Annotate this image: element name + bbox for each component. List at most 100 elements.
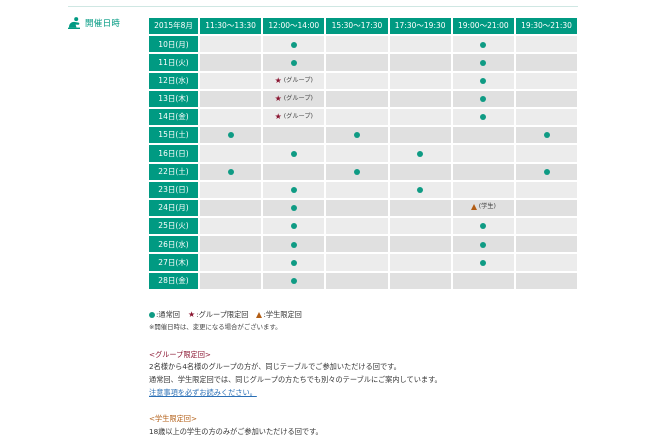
slot-cell: (学生) [452,199,514,217]
schedule-change-note: ※開催日時は、変更になる場合がございます。 [149,323,282,331]
slot-cell [389,145,451,162]
slot-cell [200,54,262,71]
slot-cell [389,54,451,71]
regular-session-icon [480,77,487,84]
slot-cell [389,127,451,144]
slot-cell [515,36,578,53]
schedule-row: 10日(月) [149,36,578,53]
slot-cell [515,54,578,71]
student-session-label: (学生) [478,203,496,211]
group-session-star-icon: ★ [274,93,282,103]
slot-cell [200,199,262,217]
group-session-star-icon: ★ [188,310,196,319]
slot-cell [263,254,325,271]
date-cell: 15日(土) [149,127,198,144]
slot-cell [200,90,262,107]
group-session-mark: ★ (グループ) [275,113,313,121]
regular-session-icon [290,187,297,194]
slot-cell: ★ (グループ) [263,72,325,89]
date-cell: 22日(土) [149,163,198,180]
slot-cell [452,254,514,271]
slot-cell [452,272,514,289]
slot-cell [515,145,578,162]
slot-cell [326,254,388,271]
slot-cell [515,236,578,253]
schedule-row: 23日(日) [149,181,578,198]
slot-cell [452,90,514,107]
regular-session-icon [149,312,155,318]
regular-session-icon [480,59,487,66]
regular-session-icon [353,132,360,139]
slot-cell [200,254,262,271]
slot-cell [389,218,451,235]
legend-student: :学生限定回 [256,310,302,320]
slot-cell [263,127,325,144]
group-session-star-icon: ★ [274,112,282,122]
group-session-mark: ★ (グループ) [275,76,313,85]
legend-group-label: :グループ限定回 [196,310,249,319]
regular-session-icon [290,59,297,66]
slot-cell [326,163,388,180]
slot-cell [452,218,514,235]
slot-cell [452,163,514,180]
slot-cell [515,127,578,144]
group-info-line: 2名様から4名様のグループの方が、同じテーブルでご参加いただける回です。 [149,362,401,371]
slot-cell [452,108,514,126]
slot-cell [326,127,388,144]
slot-cell [389,181,451,198]
slot-cell [263,36,325,53]
notes-link[interactable]: 注意事項を必ずお読みください。 [149,389,257,396]
slot-cell [200,236,262,253]
section-title: 開催日時 [85,19,121,29]
slot-cell [263,181,325,198]
regular-session-icon [480,241,487,248]
group-info-heading: <グループ限定回> [149,350,211,359]
slot-cell [389,254,451,271]
slot-cell [263,218,325,235]
slot-cell [515,108,578,126]
regular-session-icon [227,168,234,175]
seat-person-icon [68,17,80,29]
regular-session-icon [480,259,487,266]
date-cell: 23日(日) [149,181,198,198]
date-cell: 14日(金) [149,108,198,126]
slot-cell [452,236,514,253]
regular-session-icon [290,241,297,248]
student-info-heading: <学生限定回> [149,414,197,423]
slot-cell [389,236,451,253]
date-cell: 13日(木) [149,90,198,107]
slot-cell [200,145,262,162]
slot-cell [326,181,388,198]
slot-cell [326,236,388,253]
regular-session-icon [290,277,297,284]
regular-session-icon [543,168,550,175]
slot-cell [326,218,388,235]
slot-cell [200,218,262,235]
slot-cell [452,181,514,198]
slot-cell [326,90,388,107]
slot-cell [200,72,262,89]
legend-group: ★ :グループ限定回 [188,310,248,320]
section-heading: 開催日時 [67,15,120,31]
schedule-row: 28日(金) [149,272,578,289]
time-slot-header: 19:00〜21:00 [452,18,514,35]
slot-cell [200,36,262,53]
slot-cell [263,163,325,180]
time-slot-header: 12:00〜14:00 [263,18,325,35]
slot-cell [263,54,325,71]
student-info-line: 18歳以上の学生の方のみがご参加いただける回です。 [149,427,323,436]
schedule-row: 24日(月) (学生) [149,199,578,217]
date-cell: 11日(火) [149,54,198,71]
slot-cell [389,272,451,289]
schedule-table: 2015年8月 11:30〜13:30 12:00〜14:00 15:30〜17… [147,16,579,291]
regular-session-icon [480,223,487,230]
date-cell: 10日(月) [149,36,198,53]
date-cell: 16日(日) [149,145,198,162]
slot-cell: ★ (グループ) [263,90,325,107]
regular-session-icon [480,41,487,48]
slot-cell [452,54,514,71]
slot-cell: ★ (グループ) [263,108,325,126]
slot-cell [326,199,388,217]
regular-session-icon [227,132,234,139]
regular-session-icon [290,223,297,230]
